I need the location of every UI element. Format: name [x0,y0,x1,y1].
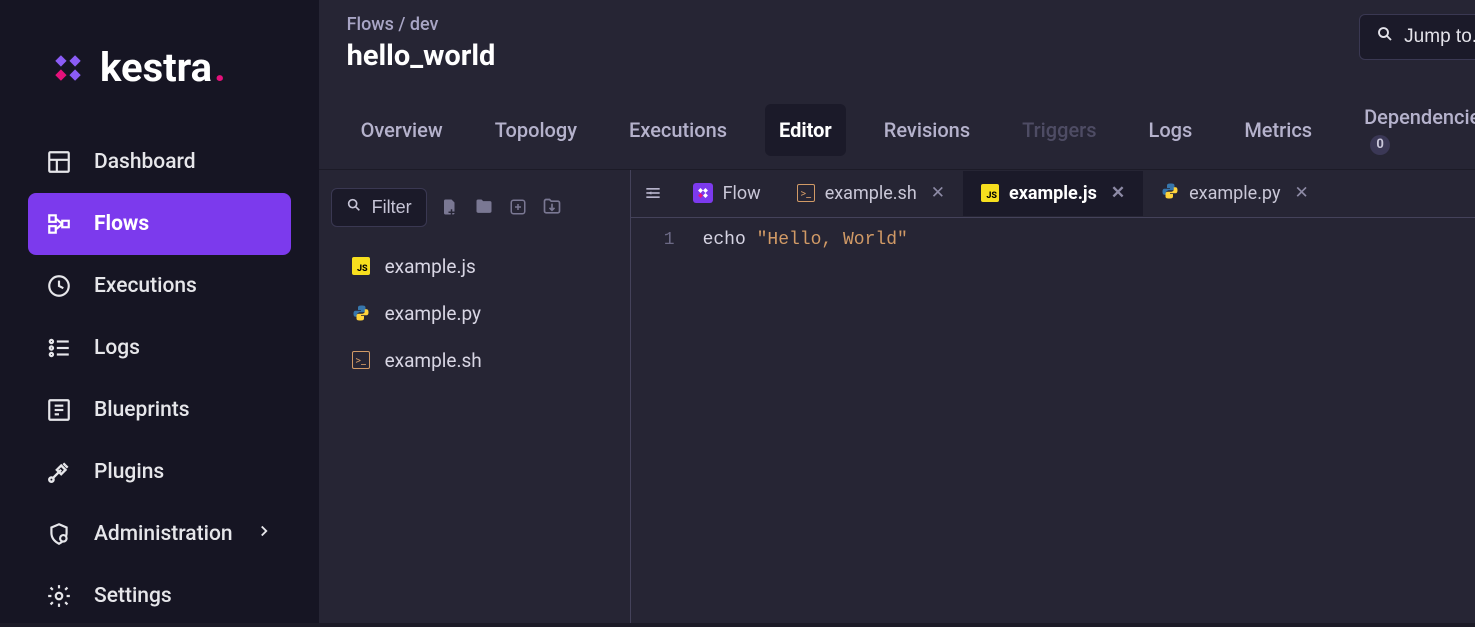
sidebar: kestra. Dashboard Flows Executions [0,0,319,623]
shell-icon: >_ [797,184,815,202]
logo-text: kestra. [100,44,226,91]
line-gutter: 1 [631,218,687,624]
chevron-right-icon [255,522,273,546]
editor-tab-sh[interactable]: >_ example.sh ✕ [779,171,963,216]
collapse-panel-icon[interactable] [631,171,675,215]
code-editor[interactable]: 1 echo "Hello, World" [631,218,1475,624]
logs-icon [46,335,72,361]
editor-tabs: Flow >_ example.sh ✕ JS example.js ✕ e [631,170,1475,218]
tab-overview[interactable]: Overview [347,104,457,156]
add-icon[interactable] [507,196,529,218]
close-icon[interactable]: ✕ [931,183,945,203]
sidebar-item-settings[interactable]: Settings [28,565,291,627]
file-name: example.py [385,302,481,325]
jump-to-button[interactable]: Jump to... [1359,14,1475,60]
main: Flows / dev hello_world Jump to... Overv… [319,0,1475,623]
administration-icon [46,521,72,547]
editor-tab-label: Flow [723,183,761,204]
code-line: echo "Hello, World" [703,230,1475,250]
header: Flows / dev hello_world Jump to... [319,0,1475,91]
sidebar-item-blueprints[interactable]: Blueprints [28,379,291,441]
dashboard-icon [46,149,72,175]
sidebar-item-executions[interactable]: Executions [28,255,291,317]
jump-label: Jump to... [1404,26,1475,48]
code-body[interactable]: echo "Hello, World" [687,218,1475,624]
file-item[interactable]: JS example.js [331,245,618,288]
tab-logs[interactable]: Logs [1135,104,1207,156]
blueprints-icon [46,397,72,423]
file-panel: Filter JS example.js [319,170,631,624]
editor-content: Filter JS example.js [319,170,1475,624]
tab-topology[interactable]: Topology [481,104,591,156]
search-icon [346,197,362,218]
page-title: hello_world [347,39,496,73]
python-icon [351,303,371,323]
close-icon[interactable]: ✕ [1111,183,1125,203]
editor-tab-py[interactable]: example.py ✕ [1143,170,1327,217]
breadcrumb[interactable]: Flows / dev [347,14,496,35]
sidebar-item-administration[interactable]: Administration [28,503,291,565]
editor-tab-label: example.py [1189,183,1280,204]
tab-revisions[interactable]: Revisions [870,104,984,156]
editor-tab-label: example.sh [825,183,917,204]
sidebar-item-label: Flows [94,212,149,236]
search-icon [1376,25,1394,49]
tab-editor[interactable]: Editor [765,104,846,156]
close-icon[interactable]: ✕ [1294,183,1308,203]
file-toolbar: Filter [331,188,618,227]
editor-tab-label: example.js [1009,183,1097,204]
executions-icon [46,273,72,299]
editor-tab-js[interactable]: JS example.js ✕ [963,171,1143,216]
shell-icon: >_ [351,350,371,370]
sidebar-item-label: Administration [94,522,233,546]
tab-dependencies[interactable]: Dependencies 0 [1350,91,1475,169]
file-name: example.sh [385,349,482,372]
sidebar-item-label: Executions [94,274,197,298]
logo-icon [50,50,86,86]
sidebar-item-label: Dashboard [94,150,196,174]
js-icon: JS [981,184,999,202]
python-icon [1161,182,1179,205]
tab-metrics[interactable]: Metrics [1230,104,1326,156]
dependencies-badge: 0 [1370,135,1390,155]
import-icon[interactable] [541,196,563,218]
sidebar-item-plugins[interactable]: Plugins [28,441,291,503]
file-item[interactable]: >_ example.sh [331,339,618,382]
filter-label: Filter [372,197,412,218]
file-name: example.js [385,255,476,278]
flow-icon [693,183,713,203]
editor-tab-flow[interactable]: Flow [675,171,779,216]
js-icon: JS [351,256,371,276]
editor-area: Flow >_ example.sh ✕ JS example.js ✕ e [631,170,1475,624]
tab-triggers[interactable]: Triggers [1008,104,1110,156]
tab-executions[interactable]: Executions [615,104,741,156]
settings-icon [46,583,72,609]
file-item[interactable]: example.py [331,292,618,335]
line-number: 1 [631,230,675,250]
sidebar-item-label: Logs [94,336,140,360]
sidebar-item-flows[interactable]: Flows [28,193,291,255]
sidebar-item-label: Settings [94,584,172,608]
plugins-icon [46,459,72,485]
logo[interactable]: kestra. [0,44,319,131]
filter-button[interactable]: Filter [331,188,427,227]
sidebar-item-label: Plugins [94,460,164,484]
file-list: JS example.js example.py >_ example.sh [331,245,618,382]
sidebar-item-dashboard[interactable]: Dashboard [28,131,291,193]
flows-icon [46,211,72,237]
new-file-icon[interactable] [439,196,461,218]
sidebar-item-label: Blueprints [94,398,190,422]
new-folder-icon[interactable] [473,196,495,218]
tabs: Overview Topology Executions Editor Revi… [319,91,1475,170]
sidebar-item-logs[interactable]: Logs [28,317,291,379]
nav: Dashboard Flows Executions Logs Blueprin [0,131,319,627]
